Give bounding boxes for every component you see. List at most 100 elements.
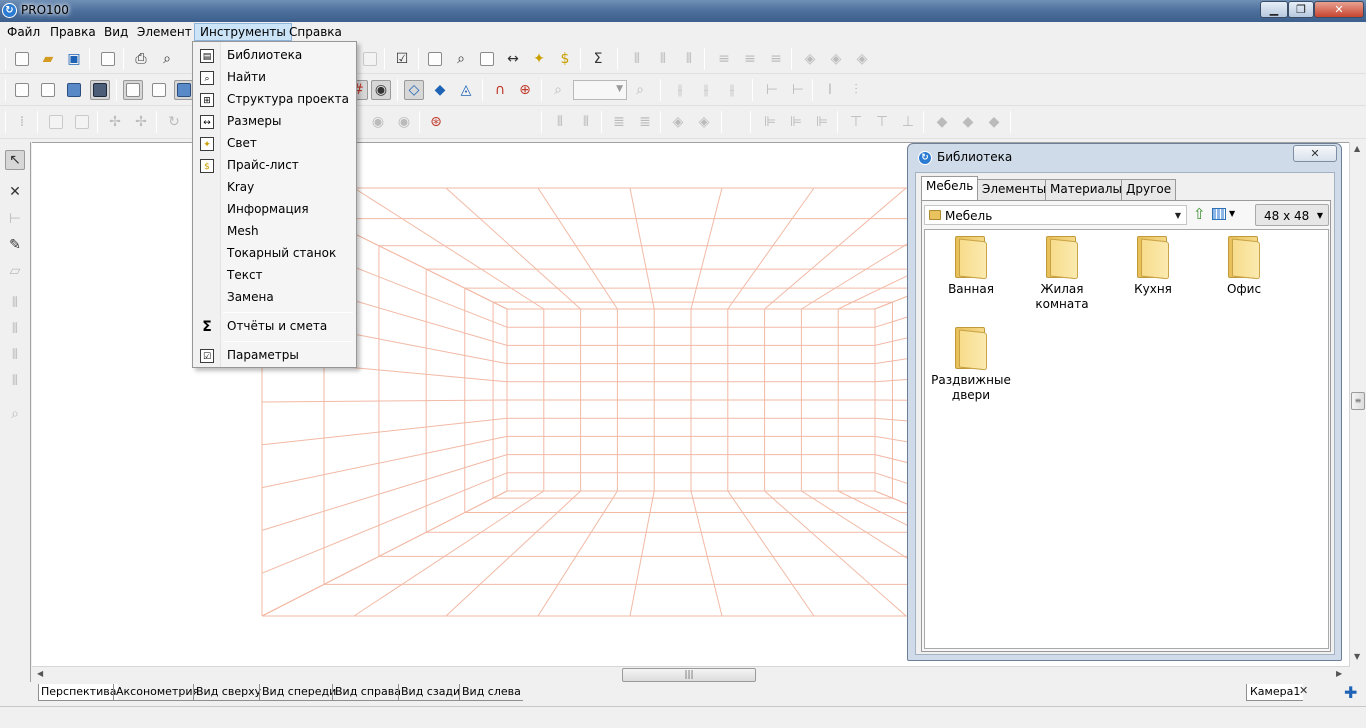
tool-icon-7[interactable]: ⫴ — [5, 319, 25, 339]
measure-icon-3[interactable]: I — [820, 80, 840, 100]
flip-icon-1[interactable]: ◈ — [668, 112, 688, 132]
folder-up-icon[interactable]: ⇧ — [1193, 207, 1206, 222]
target-icon[interactable]: ⊕ — [515, 80, 535, 100]
view-front-icon[interactable] — [38, 80, 58, 100]
rotate-icon[interactable]: ↻ — [164, 112, 184, 132]
menu-item-find[interactable]: ⌕ Найти — [195, 67, 354, 89]
print-preview-icon[interactable]: ⌕ — [157, 49, 177, 69]
tab-other[interactable]: Другое — [1121, 179, 1177, 200]
menu-help[interactable]: Справка — [284, 23, 347, 41]
align-bottom-icon[interactable]: ⊥ — [898, 112, 918, 132]
stack-icon-2[interactable]: ≣ — [635, 112, 655, 132]
tab-top-view[interactable]: Вид сверху — [193, 684, 264, 701]
snap-vertex-icon[interactable]: ◇ — [404, 80, 424, 100]
slice-tool-icon[interactable]: ✕ — [5, 182, 25, 202]
align-right-icon[interactable]: ⊫ — [812, 112, 832, 132]
menu-item-dimensions[interactable]: ↔ Размеры — [195, 111, 354, 133]
scroll-up-icon[interactable]: ▲ — [1354, 144, 1360, 153]
vertical-scrollbar[interactable]: ▲ ≡ ▼ — [1349, 142, 1366, 666]
list-item[interactable]: Жилая комната — [1016, 234, 1108, 312]
menu-item-information[interactable]: Информация — [195, 199, 354, 221]
menu-item-light[interactable]: ✦ Свет — [195, 133, 354, 155]
add-camera-icon[interactable]: ✚ — [1344, 683, 1357, 702]
wireframe-icon[interactable] — [123, 80, 143, 100]
magnet-icon[interactable]: ∩ — [490, 80, 510, 100]
visibility-icon-2[interactable]: ◉ — [394, 112, 414, 132]
tab-furniture[interactable]: Мебель — [921, 176, 979, 200]
grid-dots-icon[interactable]: ⁞ — [12, 112, 32, 132]
measure-icon-2[interactable]: ⊢ — [788, 80, 808, 100]
spacing-icon-1[interactable]: ⫴ — [550, 112, 570, 132]
library-icon[interactable] — [425, 49, 445, 69]
edit-document-icon[interactable] — [98, 49, 118, 69]
zoom-out-icon[interactable]: ⌕ — [548, 80, 568, 100]
menu-item-replace[interactable]: Замена — [195, 287, 354, 309]
menu-item-text[interactable]: Текст — [195, 265, 354, 287]
find-icon[interactable]: ⌕ — [451, 49, 471, 69]
list-item[interactable]: Офис — [1198, 234, 1290, 297]
measure-icon-4[interactable]: ⫶ — [846, 80, 866, 100]
tab-perspective[interactable]: Перспектива — [38, 684, 119, 701]
rotate-icon-2[interactable]: ◈ — [826, 49, 846, 69]
tab-elements[interactable]: Элементы — [977, 179, 1052, 200]
icon-size-combo[interactable]: 48 x 48 ▼ — [1255, 204, 1329, 226]
menu-item-project-structure[interactable]: ⊞ Структура проекта — [195, 89, 354, 111]
move-icon-1[interactable]: ✢ — [105, 112, 125, 132]
ungroup-icon[interactable] — [72, 112, 92, 132]
sigma-icon[interactable]: Σ — [588, 49, 608, 69]
menu-element[interactable]: Элемент — [132, 23, 197, 41]
minimize-button[interactable]: ▁ — [1260, 1, 1288, 18]
rotate-icon-1[interactable]: ◈ — [800, 49, 820, 69]
tab-materials[interactable]: Материалы — [1045, 179, 1127, 200]
menu-edit[interactable]: Правка — [45, 23, 101, 41]
menu-tools[interactable]: Инструменты — [194, 23, 292, 41]
list-item[interactable]: Ванная — [925, 234, 1017, 297]
align-icon-6[interactable]: ≡ — [766, 49, 786, 69]
scroll-down-icon[interactable]: ▼ — [1354, 652, 1360, 661]
rotate-plane-icon-2[interactable]: ◆ — [958, 112, 978, 132]
move-icon-2[interactable]: ✢ — [131, 112, 151, 132]
project-structure-icon[interactable] — [477, 49, 497, 69]
rotate-icon-3[interactable]: ◈ — [852, 49, 872, 69]
menu-item-reports[interactable]: Σ Отчёты и смета — [195, 316, 354, 338]
menu-file[interactable]: Файл — [2, 23, 45, 41]
align-top-icon[interactable]: ⊤ — [846, 112, 866, 132]
tab-axonometry[interactable]: Аксонометрия — [113, 684, 202, 701]
menu-item-lathe[interactable]: Токарный станок — [195, 243, 354, 265]
zoom-in-icon[interactable]: ⌕ — [630, 80, 650, 100]
distribute-icon-3[interactable]: ⫲ — [722, 80, 742, 100]
align-middle-icon[interactable]: ⊤ — [872, 112, 892, 132]
distribute-icon-2[interactable]: ⫲ — [696, 80, 716, 100]
view-mode-button[interactable]: ▼ — [1212, 207, 1240, 223]
tab-front-view[interactable]: Вид спереди — [259, 684, 339, 701]
parameters-icon[interactable]: ☑ — [392, 49, 412, 69]
save-icon[interactable]: ▣ — [64, 49, 84, 69]
align-icon-2[interactable]: ⫴ — [653, 49, 673, 69]
select-arrow-icon[interactable]: ↖ — [5, 150, 25, 170]
view-dark-solid-icon[interactable] — [90, 80, 110, 100]
close-camera-icon[interactable]: ✕ — [1299, 684, 1308, 697]
tool-icon-6[interactable]: ⫴ — [5, 293, 25, 313]
tab-left-view[interactable]: Вид слева — [459, 684, 523, 701]
align-center-icon[interactable]: ⊫ — [786, 112, 806, 132]
eye-icon[interactable]: ◉ — [371, 80, 391, 100]
rotate-plane-icon-3[interactable]: ◆ — [984, 112, 1004, 132]
group-icon[interactable] — [46, 112, 66, 132]
eraser-icon[interactable]: ▱ — [5, 261, 25, 281]
tool-icon-8[interactable]: ⫴ — [5, 345, 25, 365]
light-icon[interactable]: ✦ — [529, 49, 549, 69]
view-perspective-icon[interactable] — [12, 80, 32, 100]
print-icon[interactable]: ⎙ — [131, 49, 151, 69]
stack-icon-1[interactable]: ≣ — [609, 112, 629, 132]
view-solid-icon[interactable] — [64, 80, 84, 100]
align-icon-4[interactable]: ≡ — [714, 49, 734, 69]
snap-edge-icon[interactable]: ◆ — [430, 80, 450, 100]
tool-icon-9[interactable]: ⫴ — [5, 371, 25, 391]
path-combo[interactable]: Мебель ▼ — [924, 205, 1187, 225]
measure-tool-icon[interactable]: ⊢ — [5, 209, 25, 229]
tab-right-view[interactable]: Вид справа — [332, 684, 403, 701]
flip-icon-2[interactable]: ◈ — [694, 112, 714, 132]
menu-item-mesh[interactable]: Mesh — [195, 221, 354, 243]
visibility-icon-1[interactable]: ◉ — [368, 112, 388, 132]
list-item[interactable]: Кухня — [1107, 234, 1199, 297]
